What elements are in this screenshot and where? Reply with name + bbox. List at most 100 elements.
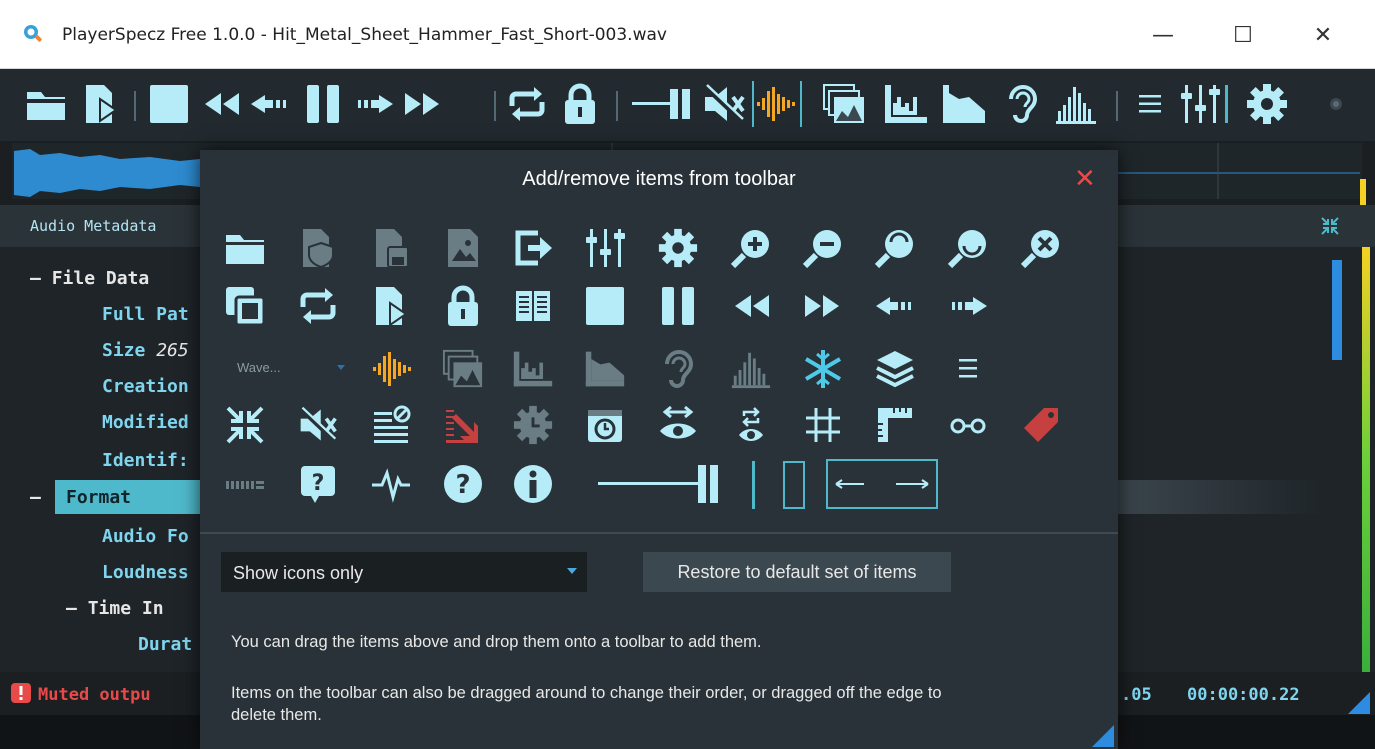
ear-icon[interactable] bbox=[655, 346, 701, 392]
book-icon[interactable] bbox=[510, 283, 556, 329]
tree-item-modified[interactable]: Modified bbox=[102, 412, 189, 433]
maximize-button[interactable]: ☐ bbox=[1220, 12, 1266, 58]
loop-icon[interactable] bbox=[295, 283, 341, 329]
ear-icon[interactable] bbox=[996, 81, 1046, 127]
layer-copy-icon[interactable] bbox=[222, 283, 268, 329]
tree-item-identifier[interactable]: Identif: bbox=[102, 450, 189, 471]
file-play-icon[interactable] bbox=[368, 283, 414, 329]
pause-icon[interactable] bbox=[655, 283, 701, 329]
timer-window-icon[interactable] bbox=[582, 402, 628, 448]
title-bar: PlayerSpecz Free 1.0.0 - Hit_Metal_Sheet… bbox=[0, 0, 1375, 69]
tag-icon[interactable] bbox=[1018, 402, 1064, 448]
area-view-icon[interactable] bbox=[582, 346, 628, 392]
tree-node-format[interactable]: Format bbox=[66, 487, 131, 508]
fast-forward-icon[interactable] bbox=[800, 283, 846, 329]
zoom-reset-icon[interactable] bbox=[1018, 225, 1064, 271]
open-folder-icon[interactable] bbox=[24, 81, 68, 127]
open-file-play-icon[interactable] bbox=[80, 81, 124, 127]
seek-forward-icon[interactable] bbox=[945, 283, 991, 329]
mixer-icon[interactable] bbox=[582, 225, 628, 271]
pause-icon[interactable] bbox=[300, 81, 346, 127]
tree-node-file-data[interactable]: — File Data bbox=[30, 268, 149, 289]
fast-forward-icon[interactable] bbox=[402, 81, 444, 127]
question-icon[interactable]: ? bbox=[440, 461, 486, 507]
volume-slider-icon[interactable] bbox=[630, 81, 694, 127]
numbers-bar-icon[interactable] bbox=[222, 461, 268, 507]
display-mode-select[interactable]: Show icons only bbox=[221, 552, 587, 592]
histogram-icon[interactable] bbox=[728, 346, 774, 392]
record-dot-icon[interactable] bbox=[1324, 81, 1348, 127]
histogram-icon[interactable] bbox=[1050, 81, 1102, 127]
help-bubble-icon[interactable]: ? bbox=[295, 461, 341, 507]
minimize-button[interactable]: — bbox=[1140, 12, 1186, 58]
dialog-resize-grip-icon[interactable] bbox=[1092, 725, 1114, 747]
list-filter-icon[interactable] bbox=[368, 402, 414, 448]
tree-collapse-format[interactable]: — bbox=[30, 487, 41, 508]
spectrum-view-icon[interactable] bbox=[510, 346, 556, 392]
vertical-scrollbar[interactable] bbox=[1332, 260, 1342, 360]
grid-icon[interactable] bbox=[800, 402, 846, 448]
clock-gear-icon[interactable] bbox=[510, 402, 556, 448]
tree-item-loudness[interactable]: Loudness bbox=[102, 562, 189, 583]
eye-loop-icon[interactable] bbox=[728, 402, 774, 448]
rewind-icon[interactable] bbox=[728, 283, 774, 329]
zoom-bottom-icon[interactable] bbox=[945, 225, 991, 271]
tree-item-size[interactable]: Size 265 bbox=[102, 340, 189, 361]
zoom-in-icon[interactable] bbox=[728, 225, 774, 271]
settings-icon[interactable] bbox=[655, 225, 701, 271]
menu-icon[interactable] bbox=[945, 346, 991, 392]
tree-item-audio-format[interactable]: Audio Fo bbox=[102, 526, 189, 547]
glasses-icon[interactable] bbox=[945, 402, 991, 448]
lock-icon[interactable] bbox=[560, 81, 600, 127]
pulse-icon[interactable] bbox=[368, 461, 414, 507]
tree-item-duration[interactable]: Durat bbox=[138, 634, 192, 655]
snowflake-icon[interactable] bbox=[800, 346, 846, 392]
seek-back-icon[interactable] bbox=[248, 81, 292, 127]
collapse-icon[interactable] bbox=[222, 402, 268, 448]
settings-icon[interactable] bbox=[1240, 81, 1294, 127]
wave-combo[interactable]: Wave... bbox=[222, 348, 352, 388]
ruler-icon[interactable] bbox=[872, 402, 918, 448]
info-icon[interactable] bbox=[510, 461, 556, 507]
dialog-close-button[interactable]: ✕ bbox=[1074, 164, 1096, 194]
collapse-arrows-icon[interactable] bbox=[1320, 216, 1340, 236]
mute-icon[interactable] bbox=[700, 81, 748, 127]
file-save-icon[interactable] bbox=[368, 225, 414, 271]
vertical-box-icon[interactable] bbox=[783, 461, 805, 509]
horizontal-range-icon[interactable] bbox=[826, 459, 938, 509]
seek-back-icon[interactable] bbox=[872, 283, 918, 329]
menu-icon[interactable] bbox=[1132, 81, 1168, 127]
layers-icon[interactable] bbox=[872, 346, 918, 392]
stop-icon[interactable] bbox=[582, 283, 628, 329]
eye-swap-icon[interactable] bbox=[655, 402, 701, 448]
spectrogram-stack-icon[interactable] bbox=[440, 346, 486, 392]
tree-item-creation[interactable]: Creation bbox=[102, 376, 189, 397]
stop-icon[interactable] bbox=[146, 81, 192, 127]
rewind-icon[interactable] bbox=[200, 81, 242, 127]
download-red-icon[interactable] bbox=[440, 402, 486, 448]
vertical-line-icon[interactable] bbox=[752, 461, 755, 509]
lock-icon[interactable] bbox=[440, 283, 486, 329]
resize-grip-icon[interactable] bbox=[1348, 692, 1370, 714]
waveform-color-icon[interactable] bbox=[752, 81, 802, 127]
loop-icon[interactable] bbox=[504, 81, 550, 127]
export-icon[interactable] bbox=[510, 225, 556, 271]
tree-item-full-path[interactable]: Full Pat bbox=[102, 304, 189, 325]
close-window-button[interactable]: ✕ bbox=[1300, 12, 1346, 58]
seek-forward-icon[interactable] bbox=[352, 81, 396, 127]
mixer-icon[interactable] bbox=[1176, 81, 1232, 127]
file-shield-icon[interactable] bbox=[295, 225, 341, 271]
spectrum-view-icon[interactable] bbox=[880, 81, 932, 127]
folder-icon[interactable] bbox=[222, 225, 268, 271]
zoom-top-icon[interactable] bbox=[872, 225, 918, 271]
waveform-color-icon[interactable] bbox=[368, 346, 414, 392]
zoom-out-icon[interactable] bbox=[800, 225, 846, 271]
restore-defaults-button[interactable]: Restore to default set of items bbox=[643, 552, 951, 592]
area-view-icon[interactable] bbox=[938, 81, 990, 127]
svg-text:?: ? bbox=[312, 471, 325, 496]
tree-node-time-info[interactable]: — Time In bbox=[66, 598, 164, 619]
spectrogram-stack-icon[interactable] bbox=[812, 81, 876, 127]
mute-icon[interactable] bbox=[295, 402, 341, 448]
image-file-icon[interactable] bbox=[440, 225, 486, 271]
volume-slider-icon[interactable] bbox=[596, 459, 720, 509]
